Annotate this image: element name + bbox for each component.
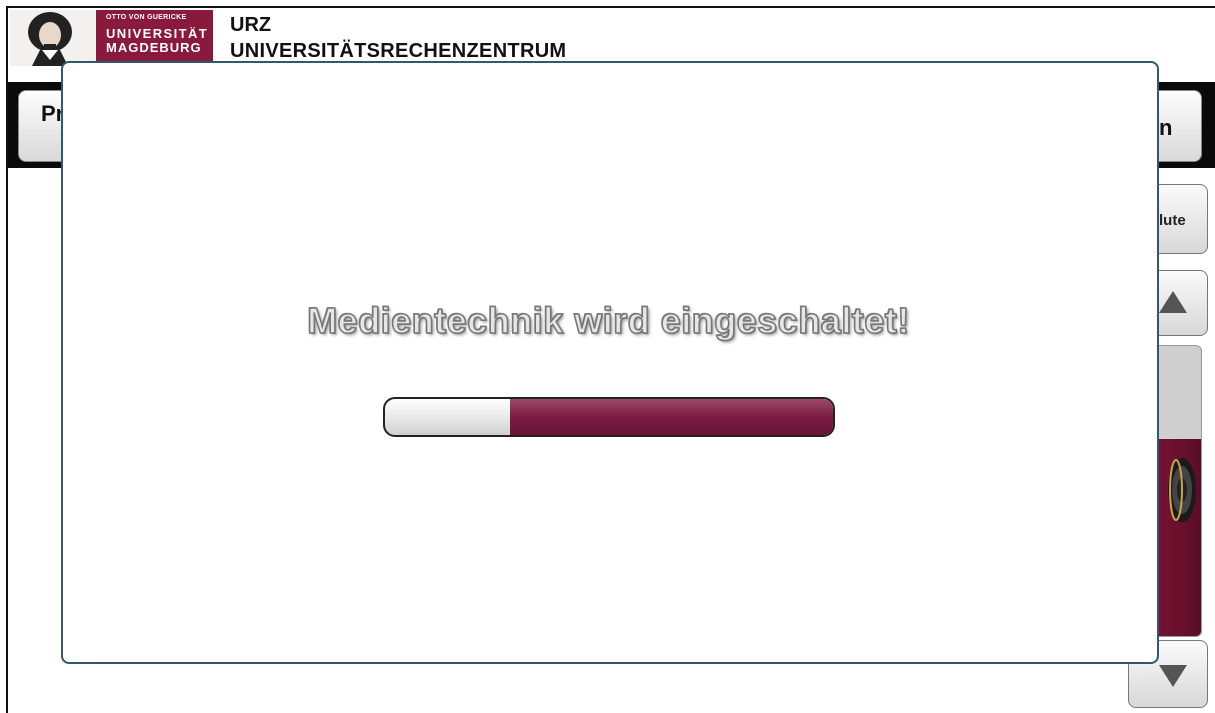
logo-line-1: OTTO VON GUERICKE — [106, 14, 187, 21]
university-logo: OTTO VON GUERICKE UNIVERSITÄT MAGDEBURG — [10, 10, 213, 66]
org-long-name: UNIVERSITÄTSRECHENZENTRUM — [230, 40, 567, 62]
nav-button-right-label: n — [1159, 115, 1173, 140]
progress-bar — [383, 397, 835, 437]
status-message: Medientechnik wird eingeschaltet! — [306, 299, 910, 342]
guericke-portrait-icon — [10, 10, 96, 66]
org-short-name: URZ — [230, 14, 272, 36]
mute-button-label: lute — [1159, 212, 1186, 229]
progress-bar-fill — [510, 399, 833, 435]
arrow-down-icon — [1159, 665, 1187, 687]
startup-dialog — [61, 61, 1159, 664]
logo-line-3: MAGDEBURG — [106, 40, 202, 55]
logo-line-2: UNIVERSITÄT — [106, 26, 209, 41]
